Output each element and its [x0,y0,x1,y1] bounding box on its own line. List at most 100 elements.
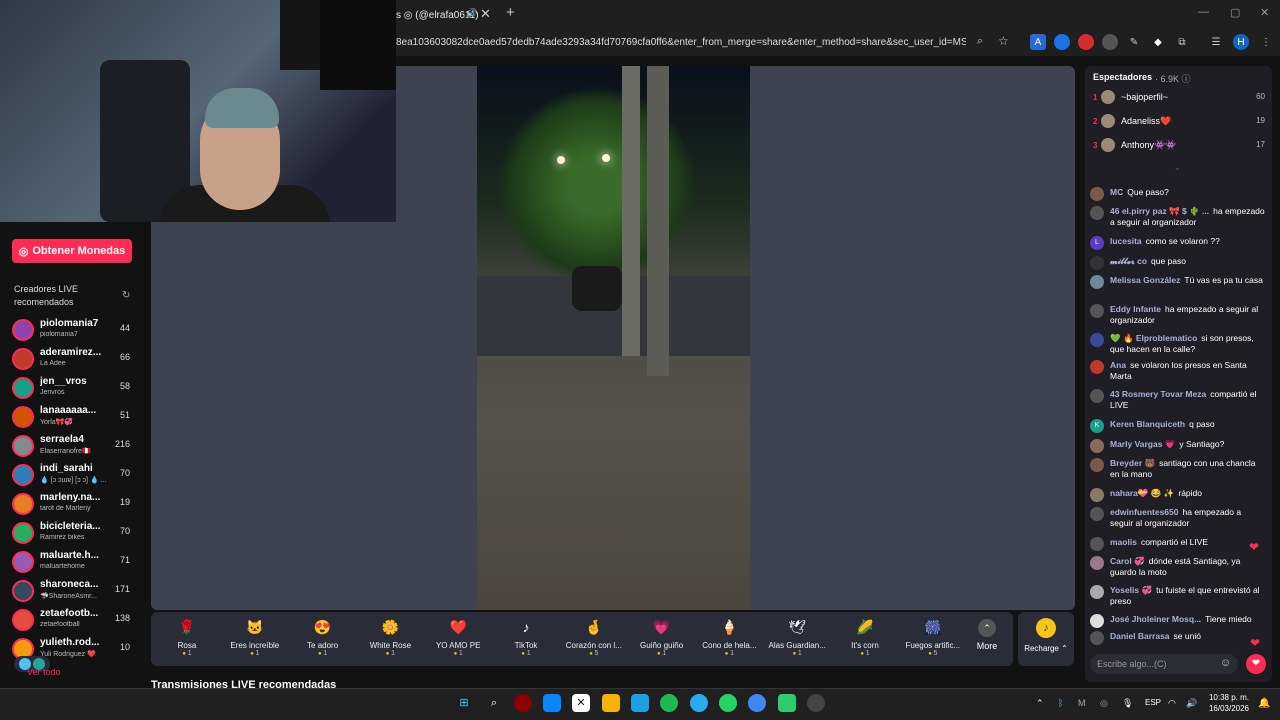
zoom-icon[interactable]: ⌕ [977,35,983,48]
chat-avatar[interactable] [1090,585,1104,599]
chat-username[interactable]: 43 Rosmery Tovar Meza [1110,389,1206,399]
chat-username[interactable]: Yoselis 💞 [1110,585,1152,595]
bluetooth-icon[interactable]: ᛒ [1058,698,1063,708]
notification-icon[interactable]: 🔔 [1258,698,1270,709]
new-tab-icon[interactable]: + [506,4,515,21]
chat-avatar[interactable] [1090,507,1104,521]
maximize-icon[interactable]: ▢ [1230,6,1240,19]
chat-username[interactable]: Breyder 🐻 [1110,458,1155,468]
like-button[interactable]: ❤ [1246,654,1266,674]
extension-gray-icon[interactable] [1102,34,1118,50]
gift-item[interactable]: 🌼 White Rose1 [358,614,422,664]
browser-menu-icon[interactable]: ⋮ [1258,34,1274,50]
close-window-icon[interactable]: ✕ [1260,6,1269,19]
refresh-icon[interactable]: ↻ [122,290,130,301]
notepad-icon[interactable] [631,694,649,712]
creator-item[interactable]: jen__vros Jenvros 58 [12,375,134,401]
extensions-puzzle-icon[interactable]: ⧉ [1174,34,1190,50]
chat-avatar[interactable] [1090,458,1104,472]
clock[interactable]: 10:38 p. m. 16/03/2026 [1204,692,1254,714]
chat-avatar[interactable] [1090,389,1104,403]
chat-avatar[interactable] [1090,537,1104,551]
gift-item[interactable]: 🍦 Cono de hela...1 [697,614,761,664]
gift-item[interactable]: ♪ TikTok1 [494,614,558,664]
bookmark-star-icon[interactable]: ☆ [998,34,1009,48]
obs-icon[interactable] [807,694,825,712]
creator-item[interactable]: lanaaaaaa... Yorla🎀💞 51 [12,404,134,430]
chat-username[interactable]: MC [1110,187,1123,197]
chat-username[interactable]: nahara💝 😂 ✨ [1110,488,1174,498]
chevron-down-icon[interactable]: ⌄ [1174,163,1181,172]
creator-item[interactable]: marleny.na... tarot de Marleny 19 [12,491,134,517]
emoji-icon[interactable]: ☺ [1220,657,1231,669]
creator-item[interactable]: zetaefootb... zetaefootball 138 [12,607,134,633]
gift-item[interactable]: 🤞 Corazón con l...5 [562,614,626,664]
chat-avatar[interactable]: L [1090,236,1104,250]
telegram-icon[interactable] [690,694,708,712]
gift-more-button[interactable]: ⌃ More [972,614,1002,664]
info-icon[interactable]: ⓘ [1182,74,1191,84]
capcut-icon[interactable]: ✕ [572,694,590,712]
chat-username[interactable]: 46 el.pirry paz 🎀 $ 🌵 ... [1110,206,1209,216]
top-spectator[interactable]: 1 ~bajoperfil~ 60 [1093,89,1265,109]
chat-input[interactable]: Escribe algo...(C) [1090,654,1238,674]
extension-translate-icon[interactable]: A [1030,34,1046,50]
gift-item[interactable]: ❤️ YO AMO PE1 [426,614,490,664]
extension-blue-icon[interactable] [1054,34,1070,50]
chat-avatar[interactable] [1090,256,1104,270]
chat-username[interactable]: Daniel Barrasa [1110,631,1170,641]
creator-item[interactable]: bicicleteria... Ramirez bikes 70 [12,520,134,546]
app-green-icon[interactable] [778,694,796,712]
chat-avatar[interactable] [1090,275,1104,289]
chat-avatar[interactable] [1090,614,1104,628]
recharge-button[interactable]: ♪ Recharge ⌃ [1018,612,1074,666]
app-red-icon[interactable] [514,694,532,712]
chat-username[interactable]: Keren Blanquiceth [1110,419,1185,429]
chat-avatar[interactable] [1090,333,1104,347]
chat-username[interactable]: 𝓶𝓲𝓵𝓵𝓮𝓻 co [1110,256,1147,266]
tray-chevron-icon[interactable]: ⌃ [1036,698,1044,709]
live-video[interactable] [477,66,750,610]
chat-username[interactable]: Carol 💞 [1110,556,1145,566]
creator-item[interactable]: piolomania7 piolomania7 44 [12,317,134,343]
chat-username[interactable]: 💚 🔥 Elproblematico [1110,333,1197,343]
whatsapp-icon[interactable] [719,694,737,712]
url-field[interactable]: 8ea103603082dce0aed57dedb74ade3293a34fd7… [396,34,966,52]
gift-item[interactable]: 😍 Te adoro1 [291,614,355,664]
spotify-icon[interactable] [660,694,678,712]
chat-username[interactable]: José Jholeiner Mosq... [1110,614,1201,624]
top-spectator[interactable]: 3 Anthony👾👾 17 [1093,137,1265,157]
chat-username[interactable]: Melissa González [1110,275,1180,285]
get-coins-button[interactable]: ◎ Obtener Monedas [12,239,132,263]
gift-item[interactable]: 🎆 Fuegos artific...5 [901,614,965,664]
wifi-icon[interactable]: ◠ [1168,698,1176,709]
chrome-icon[interactable] [748,694,766,712]
chat-avatar[interactable] [1090,631,1104,645]
windows-start-icon[interactable]: ⊞ [455,694,473,712]
chat-avatar[interactable] [1090,187,1104,201]
gift-item[interactable]: 🕊 Alas Guardian...1 [765,614,829,664]
extension-pen-icon[interactable]: ✎ [1126,34,1142,50]
chat-avatar[interactable] [1090,488,1104,502]
creator-item[interactable]: aderamirez... La Adee 66 [12,346,134,372]
chat-username[interactable]: maolis [1110,537,1137,547]
chat-username[interactable]: Ana [1110,360,1126,370]
folder-icon[interactable] [602,694,620,712]
gift-item[interactable]: 🌽 It's corn1 [833,614,897,664]
extension-red-icon[interactable] [1078,34,1094,50]
creator-item[interactable]: maluarte.h... maluartehome 71 [12,549,134,575]
tray-app-icon[interactable]: ◎ [1100,698,1108,709]
chat-avatar[interactable] [1090,206,1104,220]
chat-avatar[interactable] [1090,360,1104,374]
audio-icon[interactable]: 🔊 [466,8,477,19]
tray-app-icon[interactable]: M [1078,698,1086,708]
chat-username[interactable]: Eddy Infante [1110,304,1161,314]
see-all-link[interactable]: Ver todo [27,667,61,677]
profile-avatar[interactable]: H [1233,34,1249,50]
input-language[interactable]: ESP [1145,698,1161,707]
chat-username[interactable]: lucesita [1110,236,1142,246]
top-spectator[interactable]: 2 Adaneliss❤️ 19 [1093,113,1265,133]
sidebar-toggle-icon[interactable]: ☰ [1208,34,1224,50]
chat-avatar[interactable] [1090,439,1104,453]
volume-icon[interactable]: 🔊 [1186,698,1197,709]
